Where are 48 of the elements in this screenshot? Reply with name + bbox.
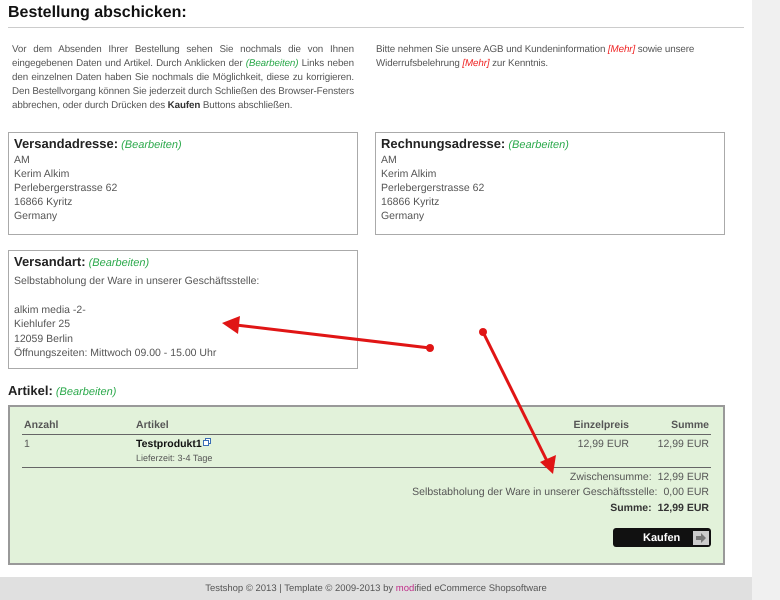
address-line: Germany (381, 208, 426, 223)
edit-link[interactable]: (Bearbeiten) (88, 256, 150, 269)
edit-link[interactable]: (Bearbeiten) (508, 138, 569, 151)
box-heading: Versandadresse: (14, 136, 118, 151)
total-value: 0,00 EUR (663, 485, 709, 500)
column-header: Artikel (136, 418, 170, 431)
product-link[interactable]: Testprodukt1 (136, 438, 202, 450)
address-line: Germany (14, 208, 58, 223)
address-line: Kerim Alkim (381, 166, 438, 181)
address-line: Perlebergerstrasse 62 (381, 180, 486, 195)
total-label: Selbstabholung der Ware in unserer Geschäftsstelle: (412, 485, 658, 500)
edit-link[interactable]: (Bearbeiten) (246, 58, 298, 69)
table-cell-text: 1 (24, 438, 31, 452)
total-label: Summe: (610, 500, 652, 516)
address-line: Kerim Alkim (14, 166, 70, 181)
box-heading: Rechnungsadresse: (381, 136, 506, 151)
address-line: AM (381, 152, 398, 167)
section-heading: Artikel: (8, 382, 53, 398)
table-cell-text: 12,99 EUR (576, 438, 629, 452)
shipping-method: Selbstabholung der Ware in unserer Geschäftsstelle: (14, 274, 260, 288)
address-line: 16866 Kyritz (14, 194, 74, 209)
delivery-time: Lieferzeit: 3-4 Tage (136, 452, 214, 463)
shipping-line: alkim media -2- (14, 302, 87, 318)
total-value: 12,99 EUR (658, 500, 709, 516)
table-cell-text: 12,99 EUR (656, 438, 709, 452)
address-line: AM (14, 152, 31, 167)
intro-paragraph: Vor dem Absenden Ihrer Bestellung sehen Sie nochmals die von Ihnen eingegebenen Daten und Artikel. Durch Anklicken der (Bearbeiten) Links neben den einzelnen Daten haben Sie nochmals die Möglichkeit, diese zu korrigieren. Den Bestellvorgang können Sie jederzeit durch Schließen des Browser-Fensters abbrechen, oder durch Drücken des Kaufen Buttons abschließen. (12, 43, 354, 113)
column-header: Summe (670, 418, 709, 431)
more-link[interactable]: [Mehr] (608, 44, 636, 55)
buy-button[interactable]: Kaufen (613, 528, 711, 548)
shipping-line: Öffnungszeiten: Mittwoch 09.00 - 15.00 Uhr (14, 346, 218, 361)
edit-link[interactable]: (Bearbeiten) (121, 138, 182, 151)
popup-icon[interactable] (202, 438, 211, 446)
shipping-line: Kiehlufer 25 (14, 317, 72, 332)
footer-text: Testshop © 2013 | Template © 2009-2013 by modified eCommerce Shopsoftware (205, 583, 547, 594)
total-value: 12,99 EUR (658, 470, 709, 485)
more-link[interactable]: [Mehr] (462, 58, 490, 69)
column-header: Anzahl (24, 418, 60, 431)
total-label: Zwischensumme: (570, 470, 652, 485)
address-line: 16866 Kyritz (381, 194, 440, 209)
column-header: Einzelpreis (572, 418, 629, 431)
page-title: Bestellung abschicken: (8, 4, 744, 28)
box-heading: Versandart: (14, 254, 86, 269)
terms-paragraph: Bitte nehmen Sie unsere AGB und Kundeninformation [Mehr] sowie unsere Widerrufsbelehrung [Mehr] zur Kenntnis. (376, 43, 696, 71)
edit-link[interactable]: (Bearbeiten) (56, 386, 116, 398)
arrow-icon (693, 530, 709, 545)
shipping-line: 12059 Berlin (14, 332, 74, 346)
address-line: Perlebergerstrasse 62 (14, 180, 118, 195)
